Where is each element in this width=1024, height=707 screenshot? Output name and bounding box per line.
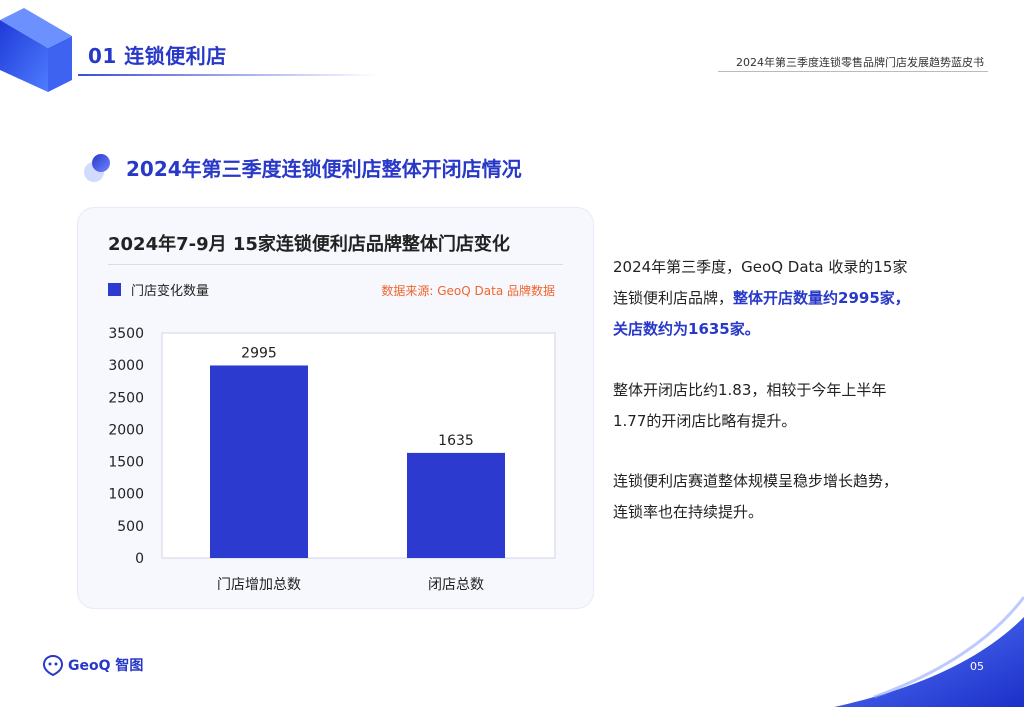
summary-paragraph-3: 连锁便利店赛道整体规模呈稳步增长趋势， 连锁率也在持续提升。	[613, 466, 973, 528]
chart-card: 2024年7-9月 15家连锁便利店品牌整体门店变化 门店变化数量 数据来源: …	[78, 208, 593, 608]
y-tick-label: 1000	[108, 487, 144, 503]
summary-paragraph-2: 整体开闭店比约1.83，相较于今年上半年 1.77的开闭店比略有提升。	[613, 375, 973, 437]
geoq-logo: GeoQ 智图	[42, 654, 143, 676]
bar	[210, 365, 308, 558]
bar-data-label: 2995	[241, 345, 277, 361]
y-tick-label: 1500	[108, 455, 144, 471]
highlight-close-count: 关店数约为1635家。	[613, 320, 760, 338]
x-tick-label: 闭店总数	[428, 577, 484, 593]
y-tick-label: 3000	[108, 358, 144, 374]
summary-line: 1.77的开闭店比略有提升。	[613, 412, 797, 430]
y-tick-label: 2000	[108, 422, 144, 438]
logo-text: GeoQ 智图	[68, 658, 144, 674]
summary-line: 连锁率也在持续提升。	[613, 503, 764, 521]
report-title-underline	[718, 71, 988, 72]
header-divider	[78, 74, 378, 76]
summary-line: 整体开闭店比约1.83，相较于今年上半年	[613, 381, 887, 399]
bar	[407, 452, 505, 558]
bar-data-label: 1635	[438, 433, 474, 449]
summary-line: 2024年第三季度，GeoQ Data 收录的15家	[613, 258, 908, 276]
summary-paragraph-1: 2024年第三季度，GeoQ Data 收录的15家 连锁便利店品牌，整体开店数…	[613, 252, 973, 345]
y-tick-label: 2500	[108, 390, 144, 406]
subheading-text: 2024年第三季度连锁便利店整体开闭店情况	[126, 156, 522, 181]
report-title: 2024年第三季度连锁零售品牌门店发展趋势蓝皮书	[736, 56, 984, 69]
bullet-icon	[84, 150, 114, 184]
x-tick-label: 门店增加总数	[217, 577, 301, 593]
y-tick-label: 3500	[108, 326, 144, 342]
decorative-wave-icon	[834, 596, 1024, 707]
section-title: 01 连锁便利店	[88, 44, 227, 68]
bar-chart: 0 500 1000 1500 2000 2500 3000 3500 2995 门店增加总数 16…	[108, 326, 556, 593]
y-tick-label: 0	[135, 551, 144, 567]
decorative-cube-icon	[0, 8, 72, 92]
geoq-logo-icon	[42, 654, 64, 676]
summary-line: 连锁便利店赛道整体规模呈稳步增长趋势，	[613, 472, 899, 490]
y-tick-label: 500	[117, 519, 144, 535]
summary-text: 连锁便利店品牌，	[613, 289, 734, 307]
page-number: 05	[970, 660, 984, 673]
subheading: 2024年第三季度连锁便利店整体开闭店情况	[84, 150, 522, 184]
summary-line: 连锁便利店品牌，整体开店数量约2995家，	[613, 283, 973, 314]
highlight-open-count: 整体开店数量约2995家，	[733, 289, 910, 307]
